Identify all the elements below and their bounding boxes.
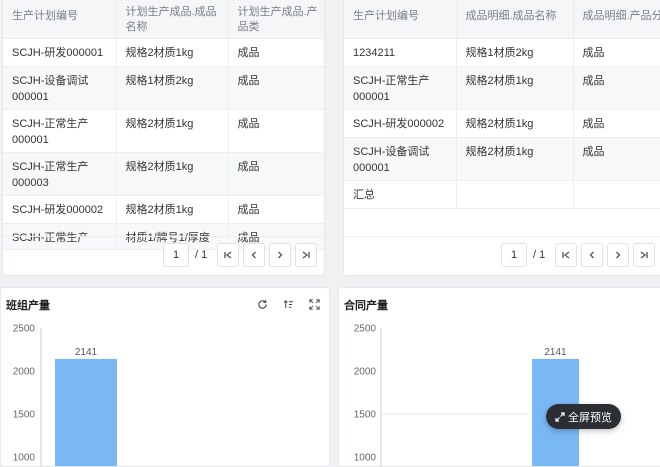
data-label: 2141: [544, 347, 567, 358]
first-page-button[interactable]: [555, 243, 578, 267]
table-row[interactable]: SCJH-设备调试000001 规格2材质1kg 成品: [344, 137, 660, 181]
summary-label: 汇总: [344, 180, 457, 209]
table-cell: 成品: [228, 109, 324, 153]
left-pagination: 1 / 1: [163, 243, 318, 267]
last-page-icon: [640, 251, 648, 259]
table-cell: [456, 180, 574, 209]
summary-row: 汇总: [344, 180, 660, 209]
table-cell: 成品: [228, 66, 324, 110]
chevron-right-icon: [278, 251, 283, 259]
right-chart-panel: 合同产量 2500 2000 1500 1000 2141: [338, 287, 660, 467]
bar: [55, 358, 117, 466]
table-row[interactable]: SCJH-研发000001 规格2材质1kg 成品: [3, 38, 324, 67]
right-pagination: 1 / 1: [501, 243, 656, 267]
table-cell: SCJH-研发000002: [3, 195, 117, 224]
table-cell: SCJH-正常生产000001: [344, 66, 457, 110]
chart-title: 班组产量: [6, 300, 50, 312]
fullscreen-preview-button[interactable]: 全屏预览: [546, 404, 621, 429]
sort-icon[interactable]: [281, 297, 295, 311]
table-cell: SCJH-研发000001: [3, 38, 117, 67]
y-tick-label: 2500: [354, 324, 377, 335]
table-cell: 规格1材质2kg: [456, 38, 574, 67]
table-cell: 规格2材质1kg: [456, 66, 574, 110]
refresh-icon[interactable]: [255, 297, 269, 311]
table-cell: 规格2材质1kg: [116, 195, 229, 224]
page-input[interactable]: 1: [501, 243, 527, 267]
column-header[interactable]: 计划生产成品.成品名称: [116, 0, 229, 39]
chevron-left-icon: [589, 251, 595, 259]
table-cell: 成品: [228, 38, 324, 67]
y-tick-label: 1000: [13, 453, 36, 464]
y-tick-label: 1500: [13, 410, 36, 421]
next-page-button[interactable]: [269, 243, 292, 267]
column-header[interactable]: 生产计划编号: [344, 0, 457, 39]
table-row[interactable]: SCJH-研发000002 规格2材质1kg 成品: [3, 195, 324, 224]
page-input[interactable]: 1: [163, 243, 189, 267]
table-cell: 成品: [573, 66, 660, 110]
table-cell: 成品: [228, 152, 324, 196]
page-total: / 1: [195, 249, 208, 261]
y-tick-label: 2000: [354, 367, 377, 378]
left-bar-chart: 2500 2000 1500 1000 2141: [13, 324, 117, 466]
right-bar-chart: 2500 2000 1500 1000 2141: [354, 324, 579, 466]
last-page-button[interactable]: [633, 243, 656, 267]
table-cell: 成品: [228, 195, 324, 224]
y-tick-label: 2000: [13, 367, 36, 378]
y-tick-label: 2500: [13, 324, 36, 335]
left-table-panel: 生产计划编号 计划生产成品.成品名称 计划生产成品.产品类 SCJH-研发000…: [2, 0, 325, 276]
table-cell: SCJH-设备调试000001: [344, 137, 457, 181]
table-cell: 规格2材质1kg: [116, 109, 229, 153]
table-row[interactable]: 1234211 规格1材质2kg 成品: [344, 38, 660, 67]
page-total: / 1: [533, 249, 546, 261]
table-cell: 成品: [573, 137, 660, 181]
table-cell: SCJH-正常生产000001: [3, 109, 117, 153]
fullscreen-preview-label: 全屏预览: [568, 411, 612, 424]
last-page-icon: [302, 251, 310, 259]
chevron-left-icon: [251, 251, 257, 259]
table-row[interactable]: SCJH-正常生产000003 规格2材质1kg 成品: [3, 152, 324, 196]
table-cell: SCJH-正常生产000003: [3, 152, 117, 196]
table-cell: 规格2材质1kg: [116, 38, 229, 67]
prev-page-button[interactable]: [581, 243, 604, 267]
table-cell: 规格2材质1kg: [456, 109, 574, 138]
table-cell: 1234211: [344, 38, 457, 67]
expand-icon[interactable]: [307, 297, 321, 311]
last-page-button[interactable]: [295, 243, 318, 267]
left-data-table: 生产计划编号 计划生产成品.成品名称 计划生产成品.产品类 SCJH-研发000…: [3, 0, 324, 250]
left-chart-panel: 班组产量 2500 2000 1500 1000 2141: [0, 287, 330, 467]
column-header[interactable]: 成品明细.产品分类: [573, 0, 660, 39]
table-cell: 成品: [573, 38, 660, 67]
chevron-right-icon: [616, 251, 621, 259]
y-tick-label: 1500: [354, 410, 377, 421]
first-page-icon: [224, 251, 232, 259]
table-cell: 规格1材质2kg: [116, 66, 229, 110]
expand-arrows-icon: [555, 411, 565, 422]
column-header[interactable]: 生产计划编号: [3, 0, 117, 39]
column-header[interactable]: 计划生产成品.产品类: [228, 0, 324, 39]
y-tick-label: 1000: [354, 453, 377, 464]
table-row[interactable]: SCJH-研发000002 规格2材质1kg 成品: [344, 109, 660, 138]
next-page-button[interactable]: [607, 243, 630, 267]
column-header[interactable]: 成品明细.成品名称: [456, 0, 574, 39]
table-cell: [573, 180, 660, 209]
table-cell: 规格2材质1kg: [456, 137, 574, 181]
chart-title: 合同产量: [344, 300, 388, 312]
table-cell: 规格2材质1kg: [116, 152, 229, 196]
table-cell: SCJH-研发000002: [344, 109, 457, 138]
table-cell: SCJH-设备调试000001: [3, 66, 117, 110]
first-page-icon: [562, 251, 570, 259]
right-data-table: 生产计划编号 成品明细.成品名称 成品明细.产品分类 1234211 规格1材质…: [344, 0, 660, 209]
table-row[interactable]: SCJH-设备调试000001 规格1材质2kg 成品: [3, 66, 324, 110]
table-row[interactable]: SCJH-正常生产000001 规格2材质1kg 成品: [3, 109, 324, 153]
table-row[interactable]: SCJH-正常生产000001 规格2材质1kg 成品: [344, 66, 660, 110]
first-page-button[interactable]: [217, 243, 240, 267]
table-cell: 成品: [573, 109, 660, 138]
data-label: 2141: [75, 347, 98, 358]
prev-page-button[interactable]: [243, 243, 266, 267]
right-table-panel: 生产计划编号 成品明细.成品名称 成品明细.产品分类 1234211 规格1材质…: [343, 0, 660, 276]
chart-toolbar: [255, 297, 321, 311]
